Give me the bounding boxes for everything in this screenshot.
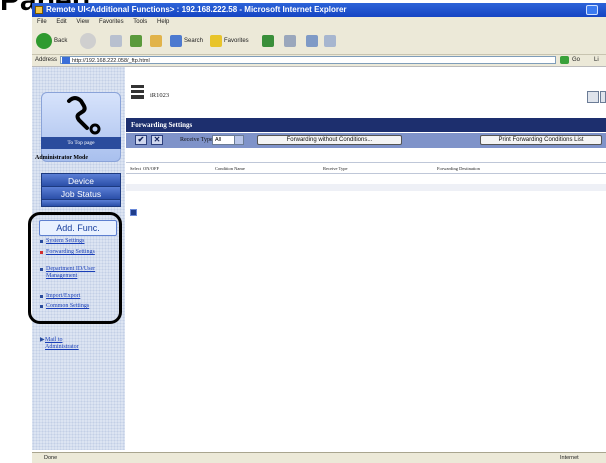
- table-header-rule: [126, 173, 606, 174]
- menu-view[interactable]: View: [76, 19, 89, 25]
- column-on-off: ON/OFF: [143, 166, 160, 171]
- mode-label: Administrator Mode: [35, 155, 89, 161]
- forward-icon[interactable]: [80, 33, 96, 49]
- ie-icon: [35, 6, 43, 14]
- control-bar: ✔ ✕ Receive Type All Forwarding without …: [126, 133, 606, 148]
- forwarding-without-conditions-button[interactable]: Forwarding without Conditions...: [257, 135, 402, 145]
- search-label: Search: [184, 38, 204, 44]
- print-icon[interactable]: [306, 35, 318, 47]
- back-arrow-icon: [36, 33, 52, 49]
- refresh-icon[interactable]: [130, 35, 142, 47]
- toggle-on-icon[interactable]: ✔: [135, 135, 147, 145]
- device-logo-icon: [67, 96, 101, 135]
- home-icon[interactable]: [150, 35, 162, 47]
- menu-edit[interactable]: Edit: [56, 19, 66, 25]
- table-top-rule: [126, 162, 606, 163]
- stop-icon[interactable]: [110, 35, 122, 47]
- menubar: File Edit View Favorites Tools Help: [32, 17, 606, 28]
- receive-type-value: All: [215, 137, 222, 143]
- section-title: Forwarding Settings: [126, 118, 606, 132]
- window-titlebar: Remote UI<Additional Functions> : 192.16…: [32, 3, 606, 17]
- address-input[interactable]: http://192.168.222.058/_ftp.html: [60, 56, 556, 64]
- window-title: Remote UI<Additional Functions> : 192.16…: [46, 5, 347, 14]
- menu-file[interactable]: File: [37, 19, 47, 25]
- search-icon: [170, 35, 182, 47]
- chevron-down-icon: [234, 136, 243, 144]
- address-url: http://192.168.222.058/_ftp.html: [72, 58, 150, 64]
- links-label[interactable]: Li: [594, 55, 599, 66]
- top-page-button[interactable]: To Top page: [41, 137, 121, 149]
- favorites-button[interactable]: Favorites: [210, 35, 249, 47]
- help-icon[interactable]: [600, 91, 606, 103]
- go-button[interactable]: Go: [572, 55, 580, 66]
- mail-administrator-link[interactable]: ▶ Mail to Administrator: [40, 337, 96, 351]
- back-button[interactable]: Back: [36, 33, 67, 49]
- nav-hidden-button[interactable]: [41, 199, 121, 207]
- history-icon[interactable]: [262, 35, 274, 47]
- address-label: Address: [35, 57, 58, 63]
- printer-id: iR1023: [150, 92, 170, 99]
- delete-icon[interactable]: ✕: [151, 135, 163, 145]
- favorites-label: Favorites: [224, 38, 249, 44]
- refresh-page-icon[interactable]: [587, 91, 599, 103]
- column-select: Select: [130, 166, 141, 171]
- column-condition-name: Condition Name: [215, 166, 245, 171]
- search-button[interactable]: Search: [170, 35, 203, 47]
- mail-icon[interactable]: [284, 35, 296, 47]
- status-text: Done: [44, 455, 58, 461]
- highlight-callout: [28, 212, 122, 324]
- column-receive-type: Receive Type: [323, 166, 348, 171]
- address-bar: Address http://192.168.222.058/_ftp.html…: [32, 55, 606, 67]
- print-conditions-list-button[interactable]: Print Forwarding Conditions List: [480, 135, 602, 145]
- receive-type-label: Receive Type: [180, 137, 213, 143]
- printer-icon: [131, 85, 144, 99]
- column-forwarding-destination: Forwarding Destination: [437, 166, 480, 171]
- edit-icon[interactable]: [324, 35, 336, 47]
- logo-box: [41, 92, 121, 162]
- minimize-button[interactable]: [586, 5, 598, 15]
- receive-type-select[interactable]: All: [212, 135, 244, 145]
- go-icon[interactable]: [560, 56, 569, 64]
- status-bar: Done Internet: [32, 452, 606, 463]
- back-label: Back: [54, 38, 68, 44]
- arrow-icon: ▶: [40, 337, 45, 343]
- nav-job-status-button[interactable]: Job Status: [41, 186, 121, 200]
- table-footer: [126, 184, 606, 191]
- nav-device-button[interactable]: Device: [41, 173, 121, 187]
- menu-tools[interactable]: Tools: [133, 19, 147, 25]
- star-icon: [210, 35, 222, 47]
- browser-toolbar: Back Search Favorites: [32, 28, 606, 55]
- menu-help[interactable]: Help: [157, 19, 169, 25]
- menu-favorites[interactable]: Favorites: [99, 19, 124, 25]
- page-icon: [62, 57, 70, 64]
- back-to-top-icon[interactable]: [130, 209, 137, 216]
- mail-link-label: Mail to Administrator: [45, 337, 79, 351]
